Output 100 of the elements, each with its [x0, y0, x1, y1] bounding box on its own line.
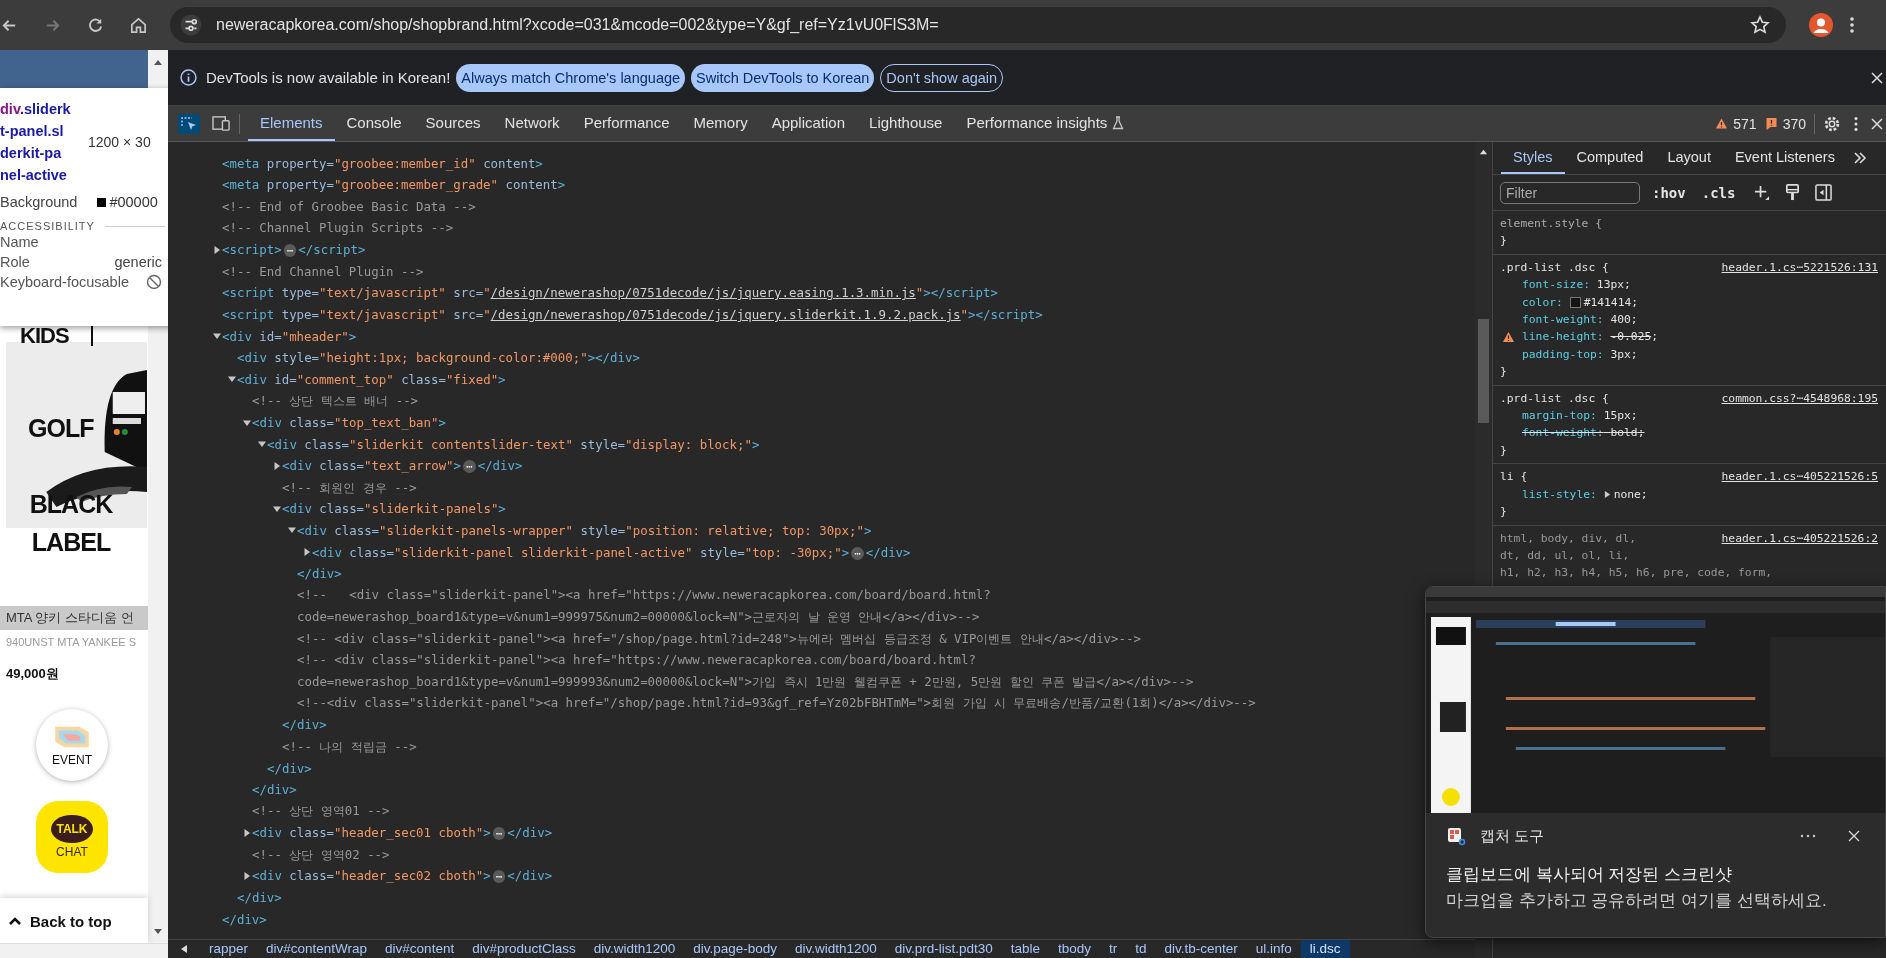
settings-icon[interactable]: [1823, 114, 1841, 133]
warning-count[interactable]: 571: [1733, 115, 1757, 132]
code-line[interactable]: <script type="text/javascript" src="/design/newerashop/0751decode/js/jquery.sliderkit.1.9.2.pack.js"></script>: [222, 307, 1043, 323]
panel-tab[interactable]: Network: [492, 106, 572, 141]
code-line[interactable]: <div class="sliderkit-panels-wrapper" style="position: relative; top: 30px;">: [297, 523, 872, 538]
issue-icon[interactable]: [1764, 117, 1778, 130]
expand-triangle-icon[interactable]: [1603, 490, 1611, 500]
paint-brush-icon[interactable]: [1784, 184, 1802, 201]
menu-icon[interactable]: [1849, 15, 1855, 35]
panel-tab[interactable]: Sources: [413, 106, 493, 141]
code-comment[interactable]: <!--<div class="sliderkit-panel"><a href="/shop/page.html?id=93&gf_ref=Yz02bFBHTmM=">회원 가입 시 무료배송/반품/교환(1회)</a></div>-->: [297, 692, 1256, 715]
toggle-button[interactable]: :hov: [1648, 184, 1690, 201]
notification[interactable]: 캡처 도구 클립보드에 복사되어 저장된 스크린샷 마크업을 추가하고 공유하려면 여기를 선택하세요.: [1425, 586, 1886, 938]
address-bar[interactable]: neweracapkorea.com/shop/shopbrand.html?xcode=031&mcode=002&type=Y&gf_ref=Yz1vU0FlS3M=: [170, 7, 1786, 43]
css-declaration[interactable]: font-weight: 400;: [1522, 311, 1638, 329]
inspect-element-icon[interactable]: [178, 113, 200, 134]
breadcrumb[interactable]: tr: [1100, 940, 1127, 958]
infobar-button[interactable]: Always match Chrome's language: [456, 63, 686, 92]
expand-triangle-icon[interactable]: [272, 460, 282, 471]
code-comment[interactable]: <!-- 상단 영역01 -->: [252, 800, 390, 822]
more-icon[interactable]: [1800, 834, 1816, 838]
breadcrumb[interactable]: li.dsc: [1300, 940, 1350, 958]
panel-tab[interactable]: Memory: [681, 106, 760, 141]
breadcrumb[interactable]: rapper: [200, 940, 258, 958]
panel-tab[interactable]: Performance: [571, 106, 682, 141]
breadcrumb[interactable]: table: [1001, 940, 1049, 958]
sidebar-tab[interactable]: Event Listeners: [1722, 142, 1847, 174]
breadcrumb[interactable]: div.page-body: [684, 940, 787, 958]
panel-tab[interactable]: Performance insights: [954, 106, 1137, 141]
code-line[interactable]: <div class="header_sec01 cboth"> ⋯ </div>: [252, 825, 553, 841]
code-comment[interactable]: <!-- <div class="sliderkit-panel"><a href="/shop/page.html?id=248">뉴에라 멤버십 등급조정 & VIP이벤트 안내</a></div>-->: [297, 627, 1141, 650]
bookmark-star-icon[interactable]: [1750, 15, 1770, 35]
expand-triangle-icon[interactable]: [302, 547, 312, 558]
panel-tab[interactable]: Lighthouse: [857, 106, 955, 141]
infobar-button[interactable]: Switch DevTools to Korean: [691, 63, 875, 92]
scrollbar-thumb[interactable]: [1478, 319, 1489, 423]
horizontal-scrollbar[interactable]: [0, 943, 168, 958]
breadcrumb[interactable]: tbody: [1049, 940, 1100, 958]
close-icon[interactable]: [1871, 71, 1883, 84]
code-line[interactable]: <div style="height:1px; background-color:#000;"></div>: [237, 350, 640, 366]
profile-avatar-icon[interactable]: [1809, 13, 1833, 37]
breadcrumb[interactable]: td: [1126, 940, 1156, 958]
code-line[interactable]: </div>: [267, 760, 312, 776]
stylesheet-link[interactable]: header.1.cs⋯5221526:131: [1721, 258, 1878, 277]
sidebar-tab[interactable]: Computed: [1564, 142, 1656, 174]
code-line[interactable]: </div>: [282, 717, 327, 733]
code-line[interactable]: <script> ⋯ </script>: [222, 242, 366, 258]
more-tabs-icon[interactable]: [1852, 152, 1867, 164]
css-declaration[interactable]: font-size: 13px;: [1522, 276, 1631, 294]
code-line[interactable]: <div class="sliderkit-panel sliderkit-panel-active" style="top: -30px;"> ⋯ </div>: [312, 544, 911, 560]
stylesheet-link[interactable]: header.1.cs⋯405221526:2: [1721, 529, 1878, 547]
menu-icon[interactable]: [1853, 114, 1859, 133]
close-icon[interactable]: [1871, 117, 1883, 130]
code-line[interactable]: </div>: [297, 566, 342, 582]
scroll-left-icon[interactable]: [180, 944, 188, 954]
code-line[interactable]: <div class="sliderkit-panels">: [282, 501, 506, 517]
breadcrumb[interactable]: div#contentWrap: [257, 940, 377, 958]
toggle-button[interactable]: .cls: [1697, 184, 1740, 201]
back-to-top-button[interactable]: Back to top: [0, 898, 148, 944]
product-title[interactable]: MTA 양키 스타디움 언: [0, 606, 148, 630]
code-comment[interactable]: <!-- Channel Plugin Scripts -->: [222, 217, 454, 239]
panel-tab[interactable]: Application: [759, 106, 858, 141]
breadcrumb[interactable]: div.width1200: [786, 940, 886, 958]
code-comment[interactable]: <!-- 나의 적립금 -->: [282, 735, 417, 758]
stylesheet-link[interactable]: common.css?⋯4548968:195: [1721, 389, 1878, 408]
code-line[interactable]: <div class="sliderkit contentslider-text" style="display: block;">: [267, 436, 760, 452]
scroll-down-icon[interactable]: [153, 926, 163, 936]
code-comment[interactable]: <!-- 회원인 경우 -->: [282, 476, 417, 499]
breadcrumb[interactable]: div.prd-list.pdt30: [885, 940, 1002, 958]
breadcrumb[interactable]: div.width1200: [584, 940, 685, 958]
warning-icon[interactable]: [1715, 117, 1729, 130]
css-declaration[interactable]: font-weight: bold;: [1522, 424, 1645, 442]
code-comment[interactable]: <!-- End of Groobee Basic Data -->: [222, 195, 476, 218]
css-declaration[interactable]: margin-top: 15px;: [1522, 407, 1638, 425]
code-line[interactable]: </div>: [252, 782, 297, 798]
category-link[interactable]: GOLF: [28, 409, 94, 447]
code-comment[interactable]: <!-- 상단 영역02 -->: [252, 843, 390, 866]
code-line[interactable]: <div class="text_arrow"> ⋯ </div>: [282, 458, 523, 474]
code-line[interactable]: </div>: [237, 890, 282, 906]
panel-tab[interactable]: Console: [334, 106, 414, 141]
expand-triangle-icon[interactable]: [212, 244, 222, 255]
event-button[interactable]: EVENT: [36, 709, 108, 781]
css-declaration[interactable]: line-height: -0.025;: [1522, 328, 1659, 346]
panel-tab[interactable]: Elements: [248, 106, 335, 141]
code-line[interactable]: <script type="text/javascript" src="/design/newerashop/0751decode/js/jquery.easing.1.3.min.js"></script>: [222, 285, 998, 301]
sidebar-tab[interactable]: Layout: [1655, 142, 1723, 174]
category-link[interactable]: KIDS: [20, 323, 69, 349]
css-declaration[interactable]: list-style: none;: [1522, 485, 1648, 504]
code-comment[interactable]: <!-- <div class="sliderkit-panel"><a href="https://www.neweracapkorea.com/board/board.html? code=newerashop_board1&type=v&num1=999975&num2=00000&lock=N">근로자의 날 운영 안내</a></div>-->: [297, 584, 991, 628]
device-toolbar-icon[interactable]: [212, 115, 231, 132]
css-declaration[interactable]: padding-top: 3px;: [1522, 345, 1638, 364]
sidebar-tab[interactable]: Styles: [1501, 142, 1565, 174]
code-line[interactable]: <div class="top_text_ban">: [252, 415, 446, 430]
chat-button[interactable]: TALK CHAT: [36, 801, 108, 873]
css-declaration[interactable]: color: #141414;: [1522, 293, 1639, 312]
code-line[interactable]: </div>: [222, 911, 267, 927]
filter-field[interactable]: Filter: [1500, 181, 1640, 204]
code-line[interactable]: <div class="header_sec02 cboth"> ⋯ </div>: [252, 868, 553, 884]
expand-triangle-icon[interactable]: [242, 827, 252, 838]
code-line[interactable]: <div id="comment_top" class="fixed">: [237, 371, 506, 387]
